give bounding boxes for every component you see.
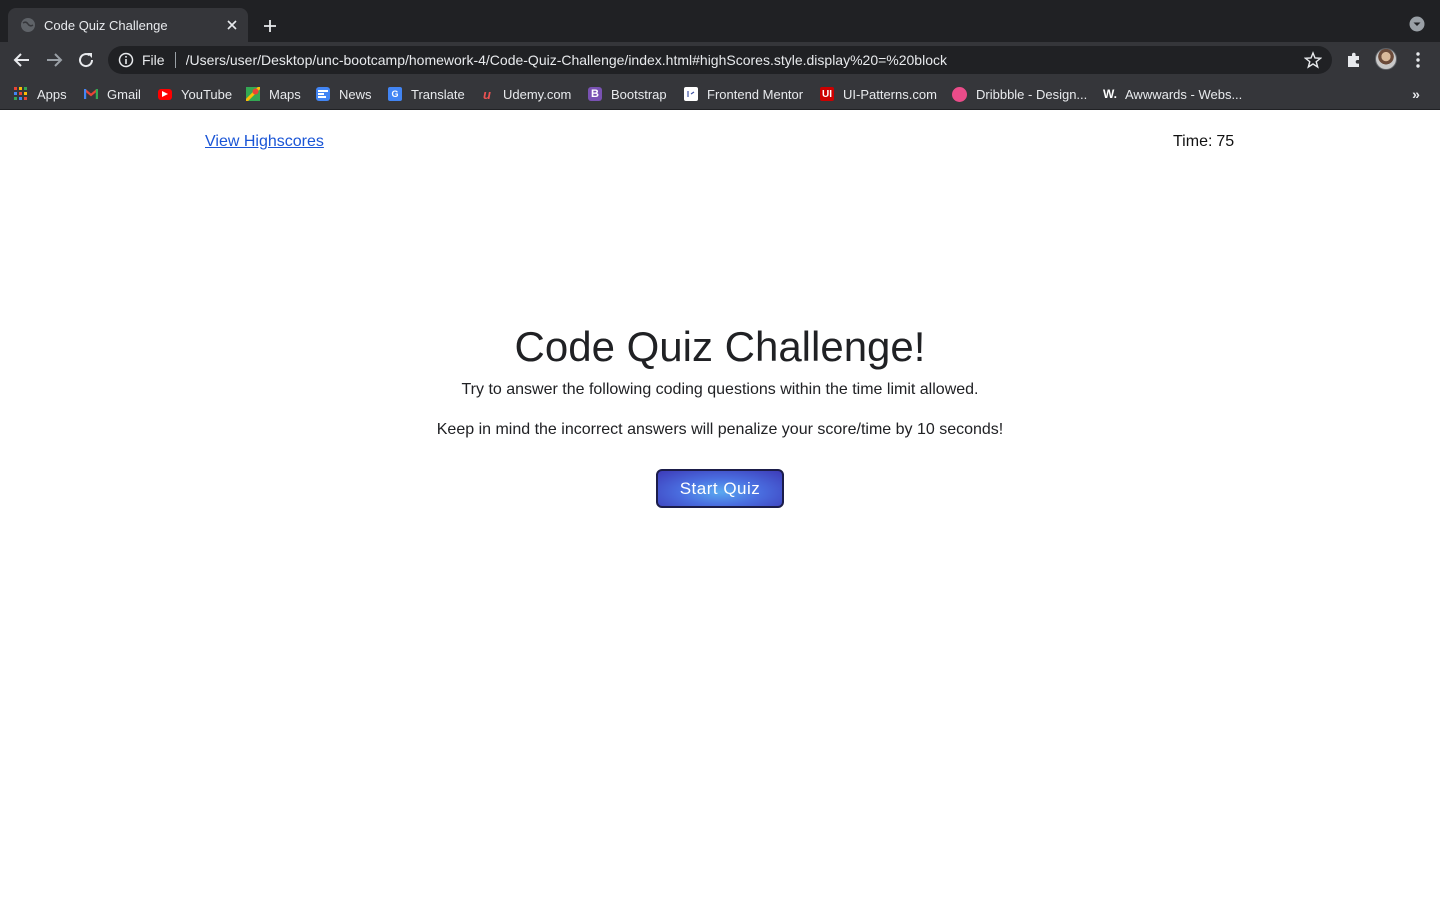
bookmark-label: Maps bbox=[269, 86, 301, 102]
frontend-mentor-icon bbox=[684, 87, 698, 101]
bootstrap-icon: B bbox=[588, 87, 602, 101]
forward-button[interactable] bbox=[42, 48, 66, 72]
bookmark-label: News bbox=[339, 86, 372, 102]
new-tab-button[interactable] bbox=[258, 14, 282, 38]
active-tab[interactable]: Code Quiz Challenge bbox=[8, 8, 248, 42]
bookmark-awwwards[interactable]: W. Awwwards - Webs... bbox=[1102, 85, 1242, 103]
bookmark-label: Translate bbox=[411, 86, 465, 102]
bookmark-frontend-mentor[interactable]: Frontend Mentor bbox=[684, 85, 803, 103]
bookmark-ui-patterns[interactable]: UI UI-Patterns.com bbox=[820, 85, 937, 103]
extensions-button[interactable] bbox=[1344, 50, 1364, 70]
apps-grid-icon bbox=[14, 87, 28, 101]
bookmark-label: Bootstrap bbox=[611, 86, 667, 102]
penalty-note: Keep in mind the incorrect answers will … bbox=[436, 421, 1004, 438]
bookmark-label: Awwwards - Webs... bbox=[1125, 86, 1243, 102]
ui-patterns-icon: UI bbox=[820, 87, 834, 101]
bookmark-label: Udemy.com bbox=[503, 86, 572, 102]
arrow-left-icon bbox=[13, 53, 29, 67]
bookmark-label: Apps bbox=[37, 86, 67, 102]
page-title: Code Quiz Challenge! bbox=[514, 323, 926, 370]
bookmark-translate[interactable]: G Translate bbox=[388, 85, 465, 103]
news-icon bbox=[316, 87, 330, 101]
bookmark-youtube[interactable]: YouTube bbox=[158, 85, 232, 103]
tab-search-button[interactable] bbox=[1408, 15, 1426, 33]
bookmark-udemy[interactable]: u Udemy.com bbox=[480, 85, 571, 103]
info-icon[interactable] bbox=[118, 52, 134, 68]
view-highscores-link[interactable]: View Highscores bbox=[205, 133, 324, 151]
tab-strip: Code Quiz Challenge bbox=[0, 0, 1440, 42]
url-text[interactable]: /Users/user/Desktop/unc-bootcamp/homewor… bbox=[186, 52, 1304, 68]
instructions-text: Try to answer the following coding quest… bbox=[461, 381, 979, 398]
translate-icon: G bbox=[388, 87, 402, 101]
dribbble-icon bbox=[952, 86, 967, 102]
bookmark-dribbble[interactable]: Dribbble - Design... bbox=[952, 85, 1087, 103]
back-button[interactable] bbox=[10, 48, 34, 72]
bookmark-label: Dribbble - Design... bbox=[976, 86, 1088, 102]
bookmark-bootstrap[interactable]: B Bootstrap bbox=[588, 85, 667, 103]
reload-icon bbox=[79, 53, 94, 68]
kebab-menu-icon bbox=[1416, 52, 1420, 68]
bookmark-maps[interactable]: Maps bbox=[246, 85, 301, 103]
browser-menu-button[interactable] bbox=[1410, 50, 1426, 70]
puzzle-icon bbox=[1348, 52, 1359, 67]
quiz-page: View Highscores Time: 75 Code Quiz Challe… bbox=[0, 111, 1440, 900]
gmail-icon bbox=[84, 87, 98, 101]
divider bbox=[174, 52, 176, 68]
bookmark-label: Frontend Mentor bbox=[707, 86, 804, 102]
tab-title: Code Quiz Challenge bbox=[44, 17, 168, 33]
bookmark-gmail[interactable]: Gmail bbox=[84, 85, 141, 103]
bookmark-label: YouTube bbox=[181, 86, 233, 102]
awwwards-icon: W. bbox=[1103, 87, 1117, 101]
reload-button[interactable] bbox=[74, 48, 98, 72]
scheme-label: File bbox=[142, 52, 165, 68]
start-quiz-button[interactable]: Start Quiz bbox=[656, 469, 784, 508]
bookmark-label: UI-Patterns.com bbox=[843, 86, 937, 102]
more-bookmarks-icon[interactable]: » bbox=[1408, 86, 1424, 102]
chevron-down-icon bbox=[1409, 16, 1425, 32]
timer-label: Time: bbox=[1173, 133, 1213, 150]
timer-value: 75 bbox=[1216, 133, 1235, 150]
address-bar[interactable]: File /Users/user/Desktop/unc-bootcamp/ho… bbox=[108, 46, 1332, 74]
udemy-icon: u bbox=[483, 86, 491, 102]
plus-icon bbox=[264, 20, 276, 32]
bookmark-apps[interactable]: Apps bbox=[14, 85, 67, 103]
maps-icon bbox=[246, 87, 260, 101]
bookmark-label: Gmail bbox=[107, 86, 141, 102]
timer: Time: 75 bbox=[1173, 133, 1234, 151]
star-icon[interactable] bbox=[1304, 51, 1322, 69]
bookmarks-bar: Apps Gmail YouTube Maps News G Translate… bbox=[0, 78, 1440, 110]
browser-toolbar: File /Users/user/Desktop/unc-bootcamp/ho… bbox=[0, 42, 1440, 78]
youtube-icon bbox=[158, 88, 172, 100]
globe-icon bbox=[20, 17, 36, 33]
profile-avatar[interactable] bbox=[1375, 48, 1397, 70]
bookmark-news[interactable]: News bbox=[316, 85, 372, 103]
arrow-right-icon bbox=[47, 53, 63, 67]
close-icon[interactable] bbox=[222, 15, 242, 35]
